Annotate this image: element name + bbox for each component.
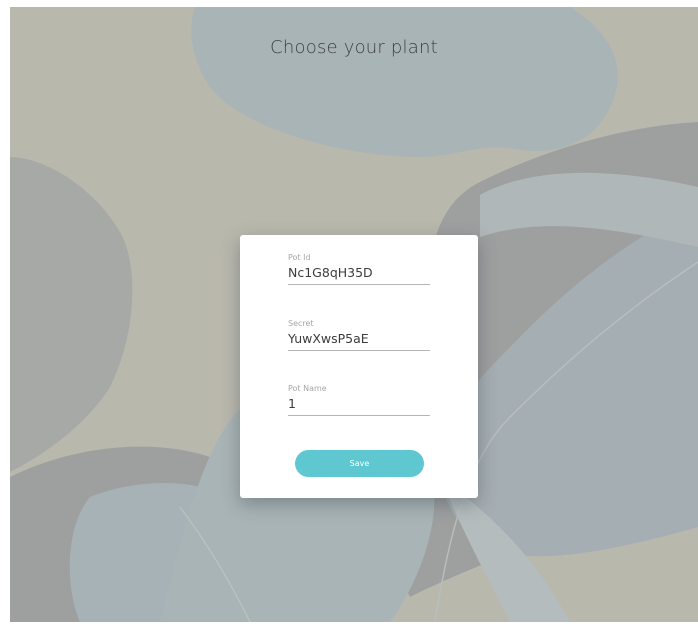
save-button[interactable]: Save	[295, 450, 424, 477]
secret-field: Secret	[288, 319, 430, 351]
pot-id-field: Pot Id	[288, 253, 430, 285]
pot-id-label: Pot Id	[288, 253, 311, 262]
pot-name-input[interactable]	[288, 396, 430, 416]
pot-name-field: Pot Name	[288, 384, 430, 416]
page-title: Choose your plant	[270, 37, 438, 58]
pot-name-label: Pot Name	[288, 384, 327, 393]
secret-input[interactable]	[288, 331, 430, 351]
pot-form-card: Pot Id Secret Pot Name Save	[240, 235, 478, 498]
pot-id-input[interactable]	[288, 265, 430, 285]
app-background: Choose your plant Pot Id Secret Pot Name…	[10, 7, 698, 622]
secret-label: Secret	[288, 319, 314, 328]
